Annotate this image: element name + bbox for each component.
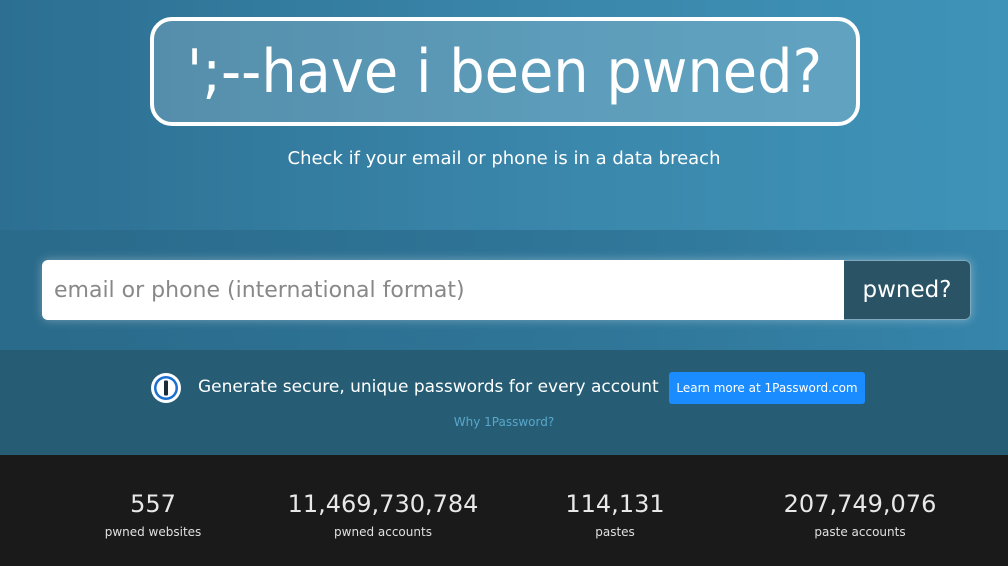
pwned-button[interactable]: pwned? [844,260,971,320]
stat-label: pwned accounts [334,525,432,539]
stat-pwned-accounts: 11,469,730,784 pwned accounts [278,489,488,539]
stat-pwned-websites: 557 pwned websites [83,489,223,539]
learn-more-button[interactable]: Learn more at 1Password.com [669,372,865,404]
stat-paste-accounts: 207,749,076 paste accounts [770,489,950,539]
stat-label: pastes [595,525,635,539]
promo-banner: Generate secure, unique passwords for ev… [0,350,1008,455]
site-logo[interactable]: ';--have i been pwned? [150,17,860,126]
stat-value: 207,749,076 [783,490,937,518]
search-form: pwned? [42,260,971,320]
stat-pastes: 114,131 pastes [545,489,685,539]
stat-label: pwned websites [104,525,202,539]
search-input[interactable] [42,260,844,320]
stat-value: 114,131 [565,490,665,518]
search-section: pwned? [0,230,1008,350]
1password-icon [151,373,181,403]
stat-value: 11,469,730,784 [287,490,479,518]
stat-label: paste accounts [814,525,906,539]
stat-value: 557 [130,490,176,518]
stats-section: 557 pwned websites 11,469,730,784 pwned … [0,455,1008,566]
logo-text: ';--have i been pwned? [187,36,823,107]
tagline: Check if your email or phone is in a dat… [287,148,721,169]
hero-section: ';--have i been pwned? Check if your ema… [0,0,1008,230]
why-1password-link[interactable]: Why 1Password? [0,415,1008,429]
promo-text: Generate secure, unique passwords for ev… [198,377,659,397]
